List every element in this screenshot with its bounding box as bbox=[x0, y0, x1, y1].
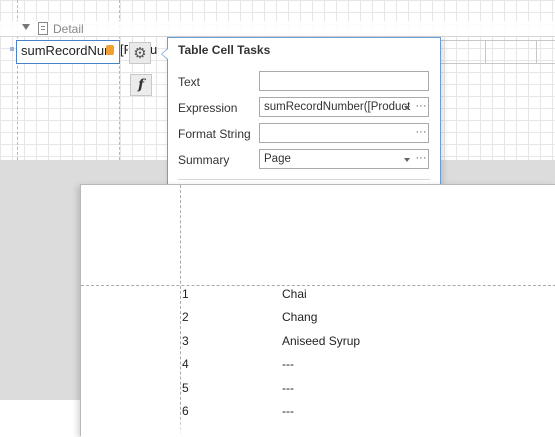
ellipsis-icon[interactable]: ··· bbox=[415, 152, 427, 164]
panel-title: Table Cell Tasks bbox=[178, 43, 271, 57]
text-label: Text bbox=[178, 75, 201, 89]
product-name: Aniseed Syrup bbox=[282, 334, 361, 348]
product-name: Chai bbox=[282, 287, 307, 301]
panel-divider bbox=[178, 179, 430, 180]
ellipsis-icon[interactable]: ··· bbox=[415, 126, 427, 138]
product-name: Chang bbox=[282, 310, 318, 324]
format-string-field[interactable]: ··· bbox=[259, 123, 429, 143]
expression-value: sumRecordNumber([Product bbox=[264, 101, 411, 113]
guide-line bbox=[180, 185, 181, 435]
selected-table-cell[interactable]: sumRecordNur bbox=[16, 40, 120, 64]
summary-value: Page bbox=[264, 153, 291, 165]
band-icon bbox=[38, 22, 48, 35]
guide-line bbox=[81, 285, 555, 286]
expression-button[interactable]: f bbox=[130, 74, 152, 96]
report-preview: 1 Chai 2 Chang 3 Aniseed Syrup 4 --- 5 -… bbox=[80, 184, 555, 437]
expression-field[interactable]: sumRecordNumber([Product ··· bbox=[259, 97, 429, 117]
text-field[interactable] bbox=[259, 71, 429, 91]
product-name: --- bbox=[282, 357, 294, 371]
fade-overlay bbox=[81, 415, 555, 437]
summary-label: Summary bbox=[178, 153, 230, 167]
row-number: 3 bbox=[182, 334, 189, 348]
ellipsis-icon[interactable]: ··· bbox=[415, 100, 427, 112]
band-label: Detail bbox=[53, 22, 84, 36]
row-number: 1 bbox=[182, 287, 189, 301]
detail-band-header[interactable]: Detail bbox=[0, 21, 555, 37]
expression-label: Expression bbox=[178, 101, 238, 115]
smart-tag-button[interactable]: ⚙ bbox=[129, 42, 151, 64]
product-name: --- bbox=[282, 381, 294, 395]
row-marker bbox=[10, 47, 14, 51]
table-cell-tasks-panel: Table Cell Tasks Text Expression sumReco… bbox=[161, 37, 441, 185]
summary-badge-icon bbox=[106, 45, 114, 55]
summary-field[interactable]: Page ··· bbox=[259, 149, 429, 169]
function-icon: f bbox=[137, 77, 145, 93]
adjacent-table-cell[interactable]: [P bbox=[120, 42, 128, 62]
row-number: 4 bbox=[182, 357, 189, 371]
format-string-label: Format String bbox=[178, 127, 251, 141]
row-number: 5 bbox=[182, 381, 189, 395]
dropdown-icon[interactable] bbox=[404, 106, 410, 110]
gear-icon: ⚙ bbox=[133, 45, 147, 62]
collapse-arrow-icon[interactable] bbox=[22, 24, 30, 30]
dropdown-icon[interactable] bbox=[404, 158, 410, 162]
table-row-right[interactable] bbox=[440, 40, 555, 64]
row-number: 2 bbox=[182, 310, 189, 324]
